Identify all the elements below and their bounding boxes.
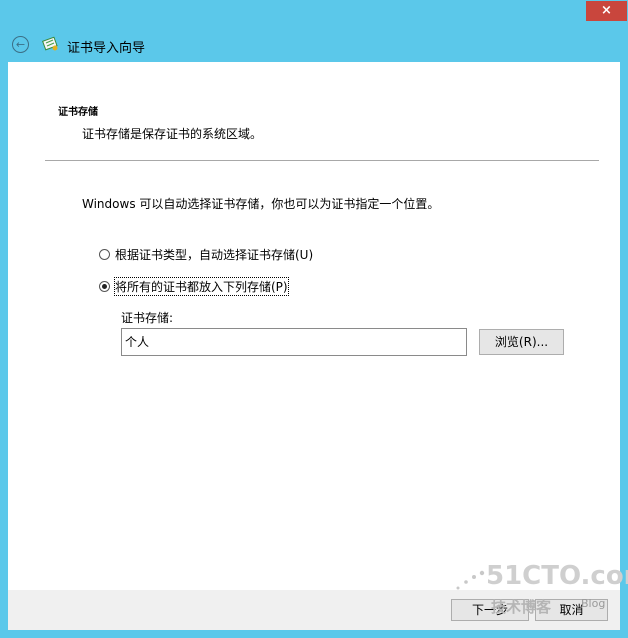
watermark-logo: 51CTO.com (486, 561, 628, 591)
radio-label: 将所有的证书都放入下列存储(P) (114, 276, 289, 296)
intro-text: Windows 可以自动选择证书存储，你也可以为证书指定一个位置。 (82, 197, 440, 211)
certificate-wizard-icon (42, 36, 58, 51)
browse-button[interactable]: 浏览(R)... (479, 329, 564, 355)
back-button[interactable]: ← (12, 36, 29, 53)
watermark-subtitle: 技术博客 (491, 598, 552, 616)
section-heading: 证书存储 (58, 107, 98, 118)
divider (45, 160, 599, 161)
watermark-blog: Blog (581, 597, 606, 610)
back-arrow-icon: ← (15, 38, 26, 51)
radio-label: 根据证书类型，自动选择证书存储(U) (115, 247, 314, 262)
certificate-store-field[interactable]: 个人 (121, 328, 467, 356)
close-button[interactable]: × (586, 1, 627, 21)
radio-button[interactable] (99, 248, 110, 260)
section-description: 证书存储是保存证书的系统区域。 (82, 127, 263, 141)
radio-place-in-store[interactable]: 将所有的证书都放入下列存储(P) (99, 276, 289, 296)
store-label: 证书存储: (121, 311, 174, 325)
radio-auto-select[interactable]: 根据证书类型，自动选择证书存储(U) (99, 245, 313, 263)
wizard-content: 证书存储 证书存储是保存证书的系统区域。 Windows 可以自动选择证书存储，… (8, 62, 620, 594)
title-bar: × ← 证书导入向导 (0, 0, 628, 62)
close-icon: × (601, 3, 612, 18)
radio-button-checked[interactable] (99, 280, 110, 292)
window-title: 证书导入向导 (67, 41, 146, 56)
